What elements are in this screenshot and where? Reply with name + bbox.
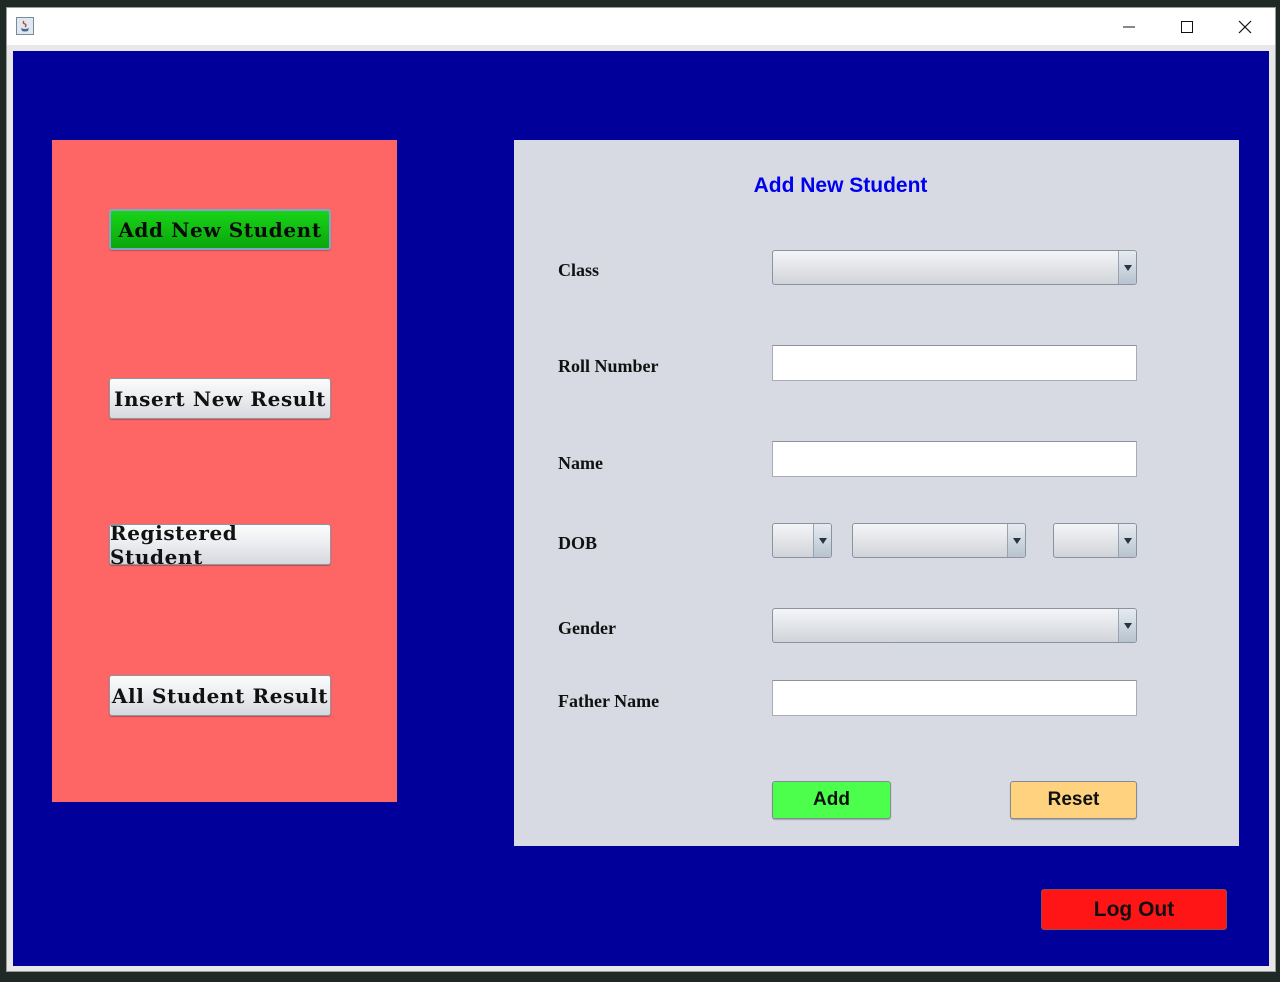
father-name-input[interactable] [772, 680, 1137, 716]
chevron-down-icon [1124, 265, 1132, 271]
dob-year-arrow[interactable] [1118, 524, 1136, 557]
main-content: Add New Student Insert New Result Regist… [13, 51, 1269, 966]
reset-button[interactable]: Reset [1010, 781, 1137, 819]
app-window: Add New Student Insert New Result Regist… [6, 7, 1276, 972]
close-icon [1238, 20, 1252, 34]
gender-label: Gender [558, 618, 616, 638]
form-title-text: Add New Student [753, 174, 928, 197]
chevron-down-icon [1013, 538, 1021, 544]
logout-button[interactable]: Log Out [1041, 889, 1227, 930]
name-label: Name [558, 453, 603, 473]
father-name-label: Father Name [558, 691, 660, 711]
dob-month-select[interactable] [852, 523, 1026, 558]
roll-number-input[interactable] [772, 345, 1137, 381]
dob-day-select[interactable] [772, 523, 832, 558]
form-title: Add New Student [514, 174, 1239, 198]
title-bar [7, 8, 1275, 45]
add-student-form: Add New Student Class Roll Number Name D… [514, 140, 1239, 846]
gender-select-arrow[interactable] [1118, 609, 1136, 642]
gender-select[interactable] [772, 608, 1137, 643]
roll-number-label: Roll Number [558, 356, 659, 376]
dob-month-arrow[interactable] [1007, 524, 1025, 557]
maximize-button[interactable] [1160, 8, 1218, 45]
minimize-icon [1123, 26, 1135, 28]
chevron-down-icon [1124, 623, 1132, 629]
close-button[interactable] [1218, 8, 1276, 45]
class-select-arrow[interactable] [1118, 251, 1136, 284]
chevron-down-icon [819, 538, 827, 544]
add-button[interactable]: Add [772, 781, 891, 819]
nav-insert-new-result-button[interactable]: Insert New Result [109, 378, 331, 419]
class-label: Class [558, 260, 600, 280]
maximize-icon [1181, 21, 1193, 33]
dob-year-select[interactable] [1053, 523, 1137, 558]
java-app-icon[interactable] [16, 17, 34, 35]
minimize-button[interactable] [1102, 8, 1160, 45]
nav-registered-student-button[interactable]: Registered Student [109, 521, 331, 569]
sidebar: Add New Student Insert New Result Regist… [52, 140, 397, 802]
dob-label: DOB [558, 533, 598, 553]
nav-add-new-student-button[interactable]: Add New Student [109, 209, 331, 250]
dob-day-arrow[interactable] [813, 524, 831, 557]
nav-all-student-result-button[interactable]: All Student Result [109, 675, 331, 716]
chevron-down-icon [1124, 538, 1132, 544]
class-select[interactable] [772, 250, 1137, 285]
name-input[interactable] [772, 441, 1137, 477]
